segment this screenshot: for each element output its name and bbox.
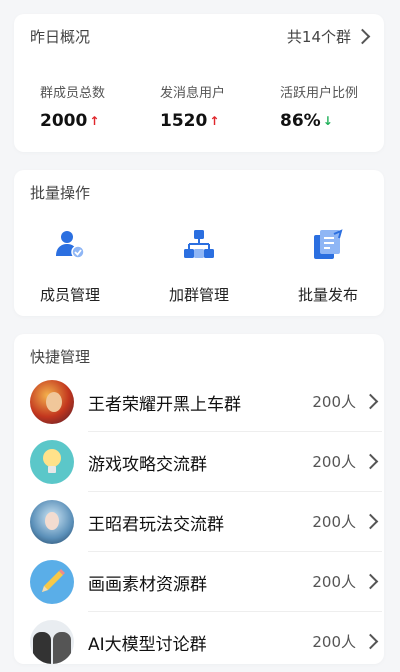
group-name: AI大模型讨论群 — [88, 635, 207, 655]
group-name: 画画素材资源群 — [88, 575, 207, 595]
chevron-right-icon — [362, 453, 379, 470]
member-manage-button[interactable]: 成员管理 — [20, 228, 120, 305]
group-list-item[interactable]: 游戏攻略交流群 200人 — [30, 432, 382, 492]
chevron-right-icon — [362, 393, 379, 410]
chevron-right-icon — [362, 573, 379, 590]
chevron-right-icon — [354, 28, 371, 45]
game-hero-avatar — [30, 380, 74, 424]
character-avatar — [30, 500, 74, 544]
group-count: 200人 — [312, 633, 356, 651]
op-label: 成员管理 — [39, 286, 100, 304]
group-count-link[interactable]: 共14个群 — [286, 26, 371, 47]
group-count: 200人 — [312, 573, 356, 591]
stat-members: 群成员总数 2000 ↑ — [40, 82, 105, 131]
group-list-item[interactable]: AI大模型讨论群 200人 — [30, 612, 382, 672]
member-manage-icon — [56, 231, 85, 259]
group-name: 王者荣耀开黑上车群 — [88, 395, 241, 415]
batch-publish-icon — [314, 229, 343, 259]
chevron-right-icon — [362, 513, 379, 530]
group-count: 200人 — [312, 393, 356, 411]
group-list-item[interactable]: 王昭君玩法交流群 200人 — [30, 492, 382, 552]
stat-label: 发消息用户 — [160, 86, 226, 101]
org-chart-icon — [184, 230, 214, 258]
overview-title: 昨日概况 — [30, 28, 91, 46]
quick-title: 快捷管理 — [30, 348, 91, 366]
pencil-avatar — [30, 560, 74, 604]
chevron-right-icon — [362, 633, 379, 650]
stat-active-ratio: 活跃用户比例 86% ↓ — [280, 82, 358, 131]
group-count: 200人 — [312, 453, 356, 471]
batch-title: 批量操作 — [30, 184, 91, 202]
people-avatar — [30, 620, 74, 664]
arrow-down-icon: ↓ — [322, 114, 333, 128]
stat-label: 群成员总数 — [40, 86, 106, 101]
group-list-item[interactable]: 王者荣耀开黑上车群 200人 — [30, 372, 382, 432]
stat-value: 86% — [280, 111, 321, 131]
overview-card: 昨日概况 共14个群 群成员总数 2000 ↑ 发消息用户 1520 ↑ 活跃用… — [14, 14, 384, 152]
stat-label: 活跃用户比例 — [280, 86, 359, 101]
group-count-label: 共14个群 — [286, 28, 351, 46]
stat-value: 1520 — [160, 111, 208, 131]
group-list-item[interactable]: 画画素材资源群 200人 — [30, 552, 382, 612]
stat-senders: 发消息用户 1520 ↑ — [160, 82, 225, 131]
op-label: 批量发布 — [297, 286, 358, 304]
group-join-manage-button[interactable]: 加群管理 — [149, 228, 249, 305]
quick-card: 快捷管理 王者荣耀开黑上车群 200人 游戏攻略交流群 200人 王昭君玩法交流… — [14, 334, 384, 664]
batch-publish-button[interactable]: 批量发布 — [278, 228, 378, 305]
group-count: 200人 — [312, 513, 356, 531]
group-name: 王昭君玩法交流群 — [88, 515, 224, 535]
arrow-up-icon: ↑ — [89, 114, 100, 128]
group-name: 游戏攻略交流群 — [88, 455, 207, 475]
batch-card: 批量操作 成员管理 加群管理 批量发布 — [14, 170, 384, 316]
stat-value: 2000 — [40, 111, 88, 131]
lightbulb-avatar — [30, 440, 74, 484]
arrow-up-icon: ↑ — [209, 114, 220, 128]
op-label: 加群管理 — [168, 286, 229, 304]
